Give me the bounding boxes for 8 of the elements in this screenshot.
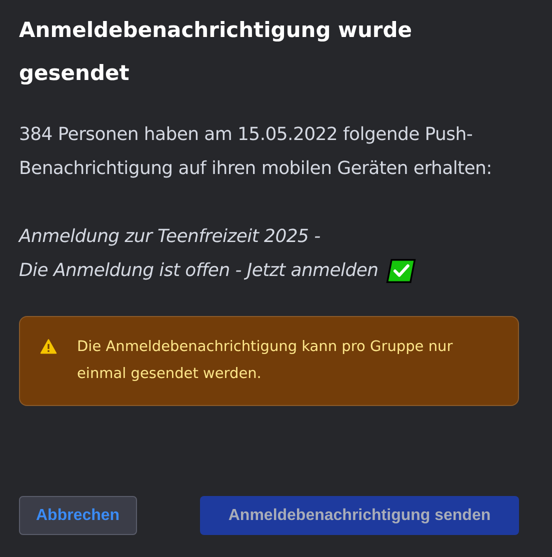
dialog-title: Anmeldebenachrichtigung wurde gesendet: [19, 17, 414, 87]
checkmark-icon: [386, 259, 416, 283]
summary-text: 384 Personen haben am 15.05.2022 folgende Push-Benachrichtigung auf ihren mobilen Geräten erhalten:: [19, 123, 493, 181]
alert-text: Die Anmeldebenachrichtigung kann pro Gruppe nur einmal gesendet werden.: [77, 338, 454, 384]
warning-icon: [40, 339, 57, 354]
message-line: Die Anmeldung ist offen - Jetzt anmelden: [19, 259, 378, 283]
cancel-button[interactable]: Abbrechen: [19, 496, 137, 535]
message-line: Anmeldung zur Teenfreizeit 2025 -: [19, 225, 320, 249]
